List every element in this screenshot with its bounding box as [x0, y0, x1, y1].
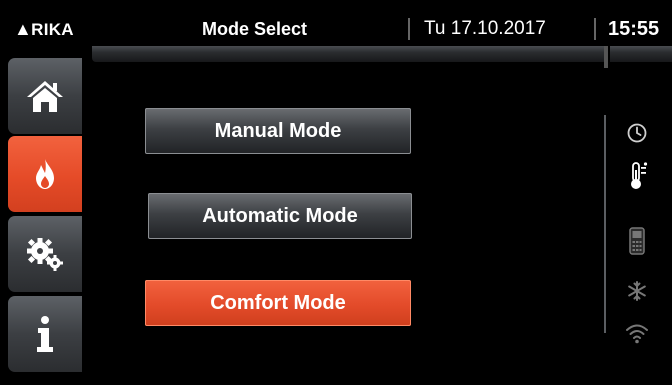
logo-text: RIKA	[31, 20, 74, 39]
remote-icon	[624, 227, 650, 255]
manual-mode-button[interactable]: Manual Mode	[145, 108, 411, 154]
header-strip-divider	[604, 46, 608, 68]
home-icon	[25, 78, 65, 114]
header-divider	[594, 18, 596, 40]
wifi-icon	[624, 320, 650, 346]
info-icon	[33, 315, 57, 353]
thermometer-icon	[624, 162, 650, 189]
rika-logo-mark: ▲	[14, 19, 33, 39]
time-display: 15:55	[608, 18, 660, 40]
rika-logo: ▲RIKA	[14, 19, 74, 40]
page-title: Mode Select	[202, 19, 308, 39]
flame-icon	[32, 158, 58, 190]
snowflake-icon	[624, 278, 650, 304]
header-strip-right	[610, 46, 672, 62]
sidebar-item-home[interactable]	[8, 58, 82, 134]
status-divider	[604, 115, 606, 333]
automatic-mode-button[interactable]: Automatic Mode	[148, 193, 412, 239]
clock-icon	[624, 120, 650, 146]
header-strip	[92, 46, 607, 62]
gears-icon	[25, 236, 65, 272]
sidebar-item-heating[interactable]	[8, 136, 82, 212]
sidebar-item-settings[interactable]	[8, 216, 82, 292]
sidebar-item-info[interactable]	[8, 296, 82, 372]
comfort-mode-button[interactable]: Comfort Mode	[145, 280, 411, 326]
sidebar-nav	[0, 46, 82, 385]
top-bar: ▲RIKA Mode Select Tu 17.10.2017 15:55	[0, 0, 672, 46]
header-divider	[408, 18, 410, 40]
date-display: Tu 17.10.2017	[424, 18, 546, 39]
